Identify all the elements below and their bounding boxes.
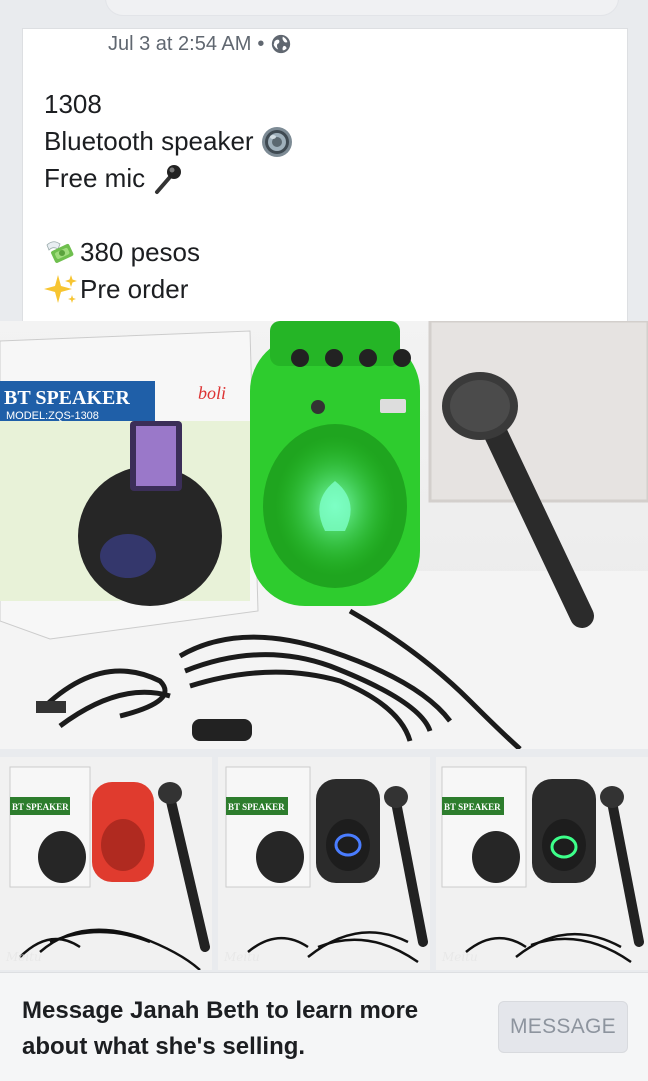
product-code: 1308 [44,89,102,119]
thumbnail-green-illustration: BT SPEAKER [436,757,648,970]
post-line-product: Bluetooth speaker [44,123,604,160]
microphone-icon [155,164,182,194]
meitu-watermark: Meitu [442,950,478,964]
meitu-watermark: Meitu [6,950,42,964]
thumb-box-title: BT SPEAKER [12,802,69,812]
globe-icon [272,34,291,54]
product-name: Bluetooth speaker [44,126,254,156]
thumb-box-title: BT SPEAKER [444,802,501,812]
hero-photo-illustration: BT SPEAKER MODEL:ZQS-1308 boli [0,321,648,749]
thumbnail-black-speaker-green[interactable]: BT SPEAKER Meitu [436,757,648,970]
post-line-price: 380 pesos [44,234,604,271]
post-line-status: Pre order [44,271,604,308]
usb-plug [36,701,66,713]
message-seller-prompt: Message Janah Beth to learn more about w… [22,997,419,1060]
box-title: BT SPEAKER [4,387,130,409]
money-with-wings-icon [46,240,74,263]
product-box: BT SPEAKER MODEL:ZQS-1308 boli [0,330,259,640]
xlr-plug [192,719,252,741]
box-brand: boli [198,383,226,403]
thumbnail-black-speaker-blue[interactable]: BT SPEAKER Meitu [218,757,430,970]
order-status: Pre order [80,274,189,304]
meta-separator: • [257,32,265,55]
thumbnail-red-illustration: BT SPEAKER [0,757,212,970]
message-seller-bar: Message Janah Beth to learn more about w… [0,972,648,1081]
post-meta: Jul 3 at 2:54 AM • [108,32,292,56]
thumbnail-red-speaker[interactable]: BT SPEAKER Meitu [0,757,212,970]
box-model: MODEL:ZQS-1308 [6,410,99,422]
hero-product-photo[interactable]: BT SPEAKER MODEL:ZQS-1308 boli [0,321,648,749]
sparkles-icon [44,274,77,303]
speaker-icon [261,126,292,157]
message-button[interactable]: MESSAGE [498,1001,628,1053]
price: 380 pesos [80,237,200,267]
post-line-code: 1308 [44,86,604,123]
thumbnail-row: BT SPEAKER Meitu BT SPEAKER Meitu BT SPE… [0,757,648,970]
green-speaker [250,321,420,606]
thumbnail-blue-illustration: BT SPEAKER [218,757,430,970]
meitu-watermark: Meitu [224,950,260,964]
post-line-extra: Free mic [44,160,604,197]
post-timestamp[interactable]: Jul 3 at 2:54 AM [108,33,251,56]
post-body: 1308 Bluetooth speaker Free mic 380 peso… [44,86,604,308]
thumb-box-title: BT SPEAKER [228,802,285,812]
extra-item: Free mic [44,163,146,193]
search-bar-edge[interactable] [105,0,619,16]
